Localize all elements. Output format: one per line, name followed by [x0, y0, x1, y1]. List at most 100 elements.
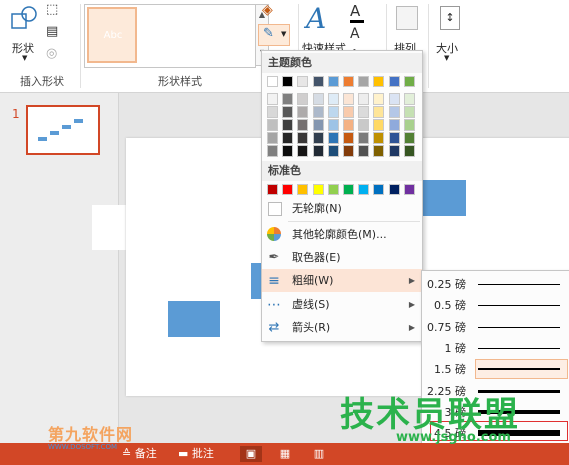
- standard-color-swatch[interactable]: [267, 184, 278, 195]
- theme-shade-swatch[interactable]: [358, 145, 370, 157]
- shape-dropdown-arrow[interactable]: ▼: [22, 54, 27, 62]
- standard-color-swatch[interactable]: [312, 184, 324, 195]
- merge-shapes-icon[interactable]: ◎: [46, 46, 57, 61]
- theme-shade-swatch[interactable]: [388, 93, 400, 105]
- slide-thumbnail[interactable]: [26, 105, 100, 155]
- theme-shade-swatch[interactable]: [388, 119, 400, 131]
- theme-color-swatch[interactable]: [358, 76, 370, 87]
- more-outline-colors-item[interactable]: 其他轮廓颜色(M)...: [262, 223, 422, 246]
- theme-shade-swatch[interactable]: [327, 132, 339, 144]
- theme-shade-swatch[interactable]: [327, 106, 339, 118]
- standard-color-swatch[interactable]: [388, 184, 400, 195]
- wordart-icon[interactable]: A: [306, 2, 340, 38]
- eyedropper-item[interactable]: ✒ 取色器(E): [262, 246, 422, 269]
- style-tile-gray[interactable]: Abc: [203, 17, 239, 53]
- theme-color-swatch[interactable]: [388, 76, 400, 87]
- theme-shade-swatch[interactable]: [297, 119, 309, 131]
- weight-option[interactable]: 1.5 磅: [422, 358, 569, 379]
- theme-shade-swatch[interactable]: [403, 132, 415, 144]
- standard-color-swatch[interactable]: [343, 184, 354, 195]
- weight-option[interactable]: 0.5 磅: [422, 294, 569, 315]
- shape-icon[interactable]: [10, 4, 40, 36]
- shape-styles-gallery[interactable]: Abc Abc Abc: [84, 4, 256, 68]
- theme-shade-swatch[interactable]: [282, 145, 294, 157]
- weight-option[interactable]: 0.75 磅: [422, 316, 569, 337]
- theme-shade-swatch[interactable]: [373, 106, 385, 118]
- theme-shade-swatch[interactable]: [267, 132, 278, 144]
- shape-fill-icon[interactable]: ◈: [262, 2, 273, 18]
- standard-color-swatch[interactable]: [297, 184, 309, 195]
- weight-item[interactable]: ≡ 粗细(W) ▶: [262, 269, 422, 292]
- slide-sorter-view-button[interactable]: ▦: [274, 446, 296, 462]
- normal-view-button[interactable]: ▣: [240, 446, 262, 462]
- arrange-icon[interactable]: [396, 6, 418, 30]
- theme-shade-swatch[interactable]: [373, 132, 385, 144]
- theme-shade-swatch[interactable]: [358, 106, 370, 118]
- theme-shade-swatch[interactable]: [267, 106, 278, 118]
- theme-color-swatch[interactable]: [282, 76, 294, 87]
- theme-shade-swatch[interactable]: [312, 106, 324, 118]
- standard-color-swatch[interactable]: [327, 184, 339, 195]
- standard-color-swatch[interactable]: [358, 184, 370, 195]
- dashes-item[interactable]: ⋯ 虚线(S) ▶: [262, 293, 422, 316]
- standard-color-swatch[interactable]: [373, 184, 385, 195]
- theme-shade-swatch[interactable]: [388, 106, 400, 118]
- theme-color-swatch[interactable]: [312, 76, 324, 87]
- theme-shade-swatch[interactable]: [403, 93, 415, 105]
- theme-shade-swatch[interactable]: [343, 132, 354, 144]
- theme-shade-swatch[interactable]: [282, 93, 294, 105]
- theme-shade-swatch[interactable]: [343, 119, 354, 131]
- theme-shade-swatch[interactable]: [327, 119, 339, 131]
- theme-shade-swatch[interactable]: [282, 106, 294, 118]
- weight-option[interactable]: 1 磅: [422, 337, 569, 358]
- text-box-icon[interactable]: ▤: [46, 24, 58, 39]
- theme-shade-swatch[interactable]: [282, 119, 294, 131]
- size-dropdown-arrow[interactable]: ▼: [444, 54, 449, 62]
- comments-button[interactable]: ▬ 批注: [178, 443, 214, 465]
- theme-shade-swatch[interactable]: [297, 132, 309, 144]
- theme-shade-swatch[interactable]: [388, 132, 400, 144]
- shape-outline-button[interactable]: ✎ ▼: [258, 24, 290, 46]
- theme-shade-swatch[interactable]: [358, 93, 370, 105]
- theme-shade-swatch[interactable]: [343, 145, 354, 157]
- standard-color-swatch[interactable]: [403, 184, 415, 195]
- theme-shade-swatch[interactable]: [327, 145, 339, 157]
- theme-shade-swatch[interactable]: [388, 145, 400, 157]
- rectangle-shape[interactable]: [168, 301, 220, 337]
- style-tile-orange[interactable]: Abc: [149, 17, 185, 53]
- theme-shade-swatch[interactable]: [267, 119, 278, 131]
- theme-shade-swatch[interactable]: [312, 132, 324, 144]
- theme-shade-swatch[interactable]: [403, 119, 415, 131]
- theme-shade-swatch[interactable]: [282, 132, 294, 144]
- theme-shade-swatch[interactable]: [312, 145, 324, 157]
- theme-shade-swatch[interactable]: [327, 93, 339, 105]
- theme-shade-swatch[interactable]: [403, 106, 415, 118]
- rectangle-shape[interactable]: [420, 180, 466, 216]
- size-icon[interactable]: ↕: [440, 6, 460, 30]
- theme-shade-swatch[interactable]: [297, 106, 309, 118]
- theme-shade-swatch[interactable]: [373, 145, 385, 157]
- text-fill-icon[interactable]: A: [350, 2, 360, 20]
- weight-option[interactable]: 0.25 磅: [422, 273, 569, 294]
- theme-color-swatch[interactable]: [373, 76, 385, 87]
- theme-shade-swatch[interactable]: [343, 93, 354, 105]
- theme-shade-swatch[interactable]: [312, 93, 324, 105]
- theme-shade-swatch[interactable]: [267, 93, 278, 105]
- theme-shade-swatch[interactable]: [312, 119, 324, 131]
- theme-color-swatch[interactable]: [343, 76, 354, 87]
- standard-color-swatch[interactable]: [282, 184, 294, 195]
- theme-color-swatch[interactable]: [297, 76, 309, 87]
- theme-color-swatch[interactable]: [327, 76, 339, 87]
- theme-shade-swatch[interactable]: [297, 145, 309, 157]
- theme-shade-swatch[interactable]: [358, 132, 370, 144]
- no-outline-item[interactable]: 无轮廓(N): [262, 197, 422, 220]
- theme-shade-swatch[interactable]: [267, 145, 278, 157]
- arrows-item[interactable]: ⇄ 箭头(R) ▶: [262, 316, 422, 339]
- theme-shade-swatch[interactable]: [373, 93, 385, 105]
- theme-shade-swatch[interactable]: [403, 145, 415, 157]
- theme-shade-swatch[interactable]: [358, 119, 370, 131]
- text-outline-icon[interactable]: A: [350, 26, 360, 42]
- edit-shape-icon[interactable]: ⬚: [46, 2, 58, 17]
- style-tile-blue[interactable]: Abc: [95, 17, 131, 53]
- theme-shade-swatch[interactable]: [373, 119, 385, 131]
